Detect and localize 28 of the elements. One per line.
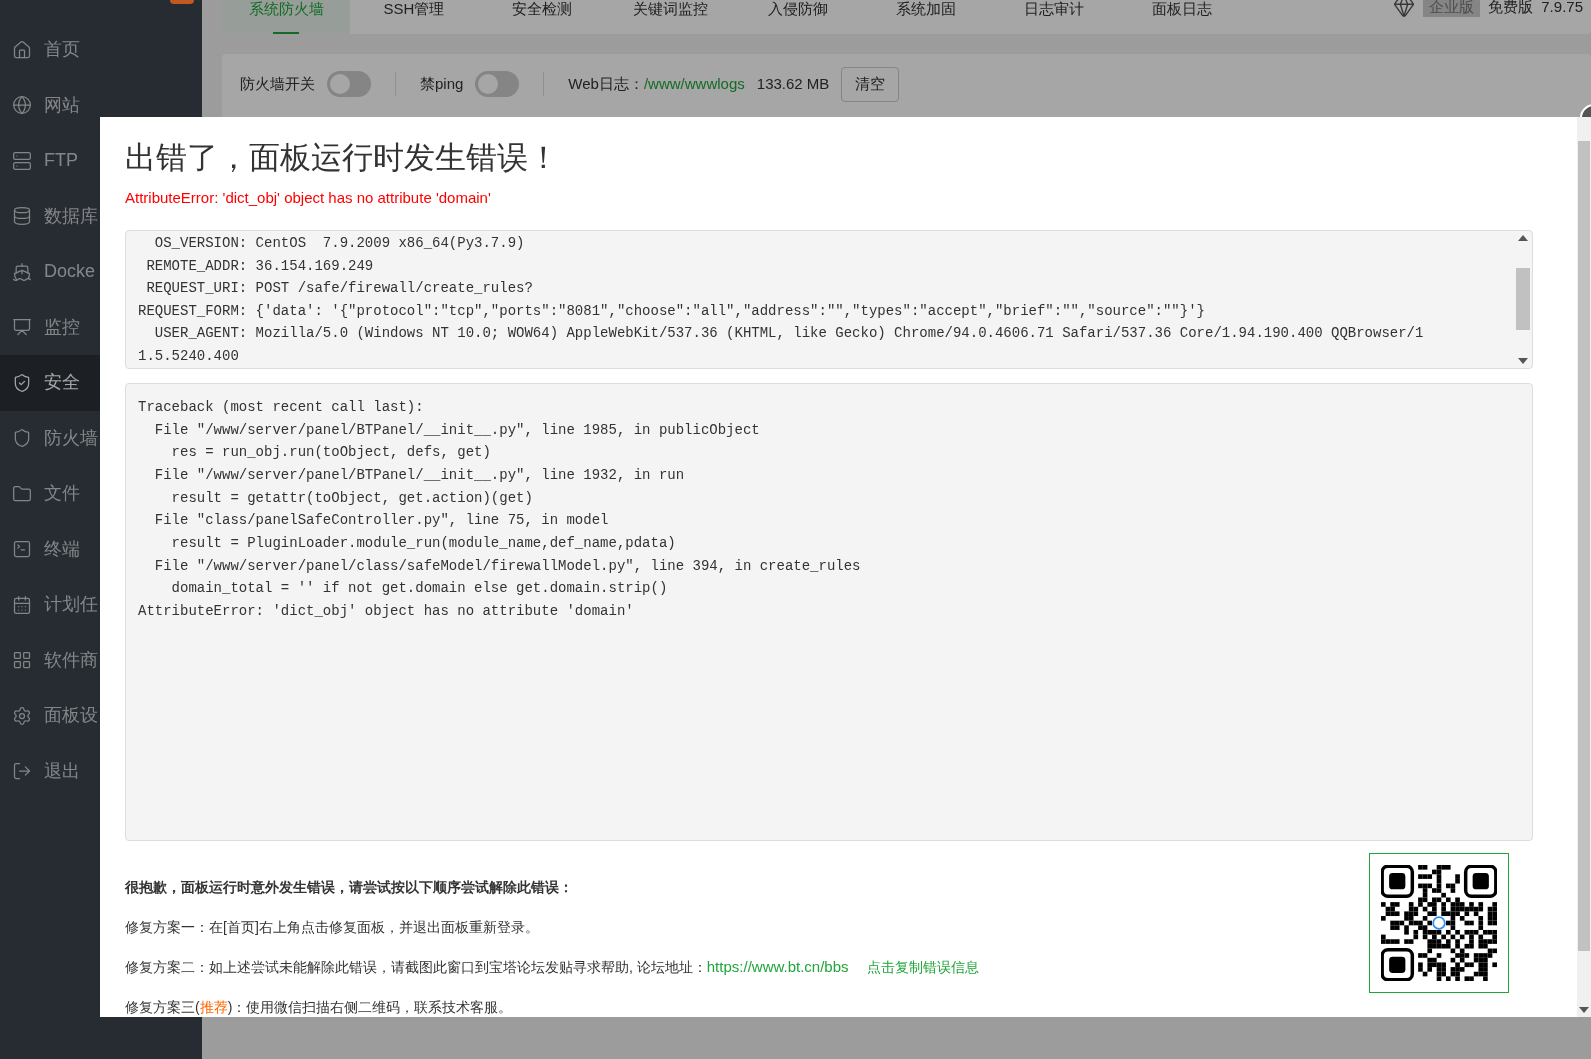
traceback-line: Traceback (most recent call last): bbox=[138, 397, 425, 417]
toggle-label: 禁ping bbox=[420, 73, 464, 94]
traceback-line: File "class/panelSafeController.py", line 75, in model bbox=[153, 511, 610, 531]
fix-suggestion: 修复方案二：如上述尝试未能解除此错误，请截图此窗口到宝塔论坛发贴寻求帮助, 论坛地址： bbox=[125, 958, 707, 977]
edition-label: 免费版 bbox=[1488, 0, 1534, 17]
traceback-line: res = run_obj.run(toObject, defs, get) bbox=[170, 443, 492, 463]
dialog-title: 出错了，面板运行时发生错误！ bbox=[125, 139, 560, 177]
log-label: Web日志： bbox=[568, 73, 644, 94]
help-heading: 很抱歉，面板运行时意外发生错误，请尝试按以下顺序尝试解除此错误： bbox=[125, 878, 574, 897]
fix-suggestion: 修复方案三(推荐)：使用微信扫描右侧二维码，联系技术客服。 bbox=[125, 998, 514, 1017]
request-info-line: USER_AGENT: Mozilla/5.0 (Windows NT 10.0; WOW64) AppleWebKit/537.36 (KHTML, like Gecko) Chrome/94.0.4606.71 Safari/537.36 Core/1.94.190.400 QQBrowser/1 bbox=[153, 324, 1425, 343]
toggle-label: 防火墙开关 bbox=[240, 73, 315, 94]
traceback-line: AttributeError: 'dict_obj' object has no attribute 'domain' bbox=[138, 602, 635, 622]
traceback-line: File "/www/server/panel/class/safeModel/firewallModel.py", line 394, in create_rules bbox=[153, 556, 862, 576]
request-info-line: OS_VERSION: CentOS 7.9.2009 x86_64(Py3.7.9) bbox=[153, 234, 526, 253]
request-info-line: REMOTE_ADDR: 36.154.169.249 bbox=[145, 256, 375, 276]
traceback-line: domain_total = '' if not get.domain else get.domain.strip() bbox=[170, 579, 669, 599]
fix-suggestion: 修复方案一：在[首页]右上角点击修复面板，并退出面板重新登录。 bbox=[125, 918, 540, 937]
log-size: 133.62 MB bbox=[756, 73, 830, 94]
request-info-line: 1.5.5240.400 bbox=[138, 346, 240, 366]
error-message: AttributeError: 'dict_obj' object has no attribute 'domain' bbox=[125, 188, 492, 208]
traceback-line: File "/www/server/panel/BTPanel/__init__.py", line 1932, in run bbox=[153, 465, 686, 485]
request-info-line: REQUEST_FORM: {'data': '{"protocol":"tcp","ports":"8081","choose":"all","address":"","types":"accept","brief":"","source":""}'} bbox=[138, 301, 1206, 321]
traceback-line: result = PluginLoader.module_run(module_name,def_name,pdata) bbox=[170, 534, 677, 554]
traceback-line: result = getattr(toObject, get.action)(get) bbox=[170, 488, 534, 508]
version-label: 7.9.75 bbox=[1541, 0, 1583, 17]
traceback-line: File "/www/server/panel/BTPanel/__init__.py", line 1985, in publicObject bbox=[153, 420, 761, 440]
request-info-line: REQUEST_URI: POST /safe/firewall/create_rules? bbox=[145, 279, 534, 298]
